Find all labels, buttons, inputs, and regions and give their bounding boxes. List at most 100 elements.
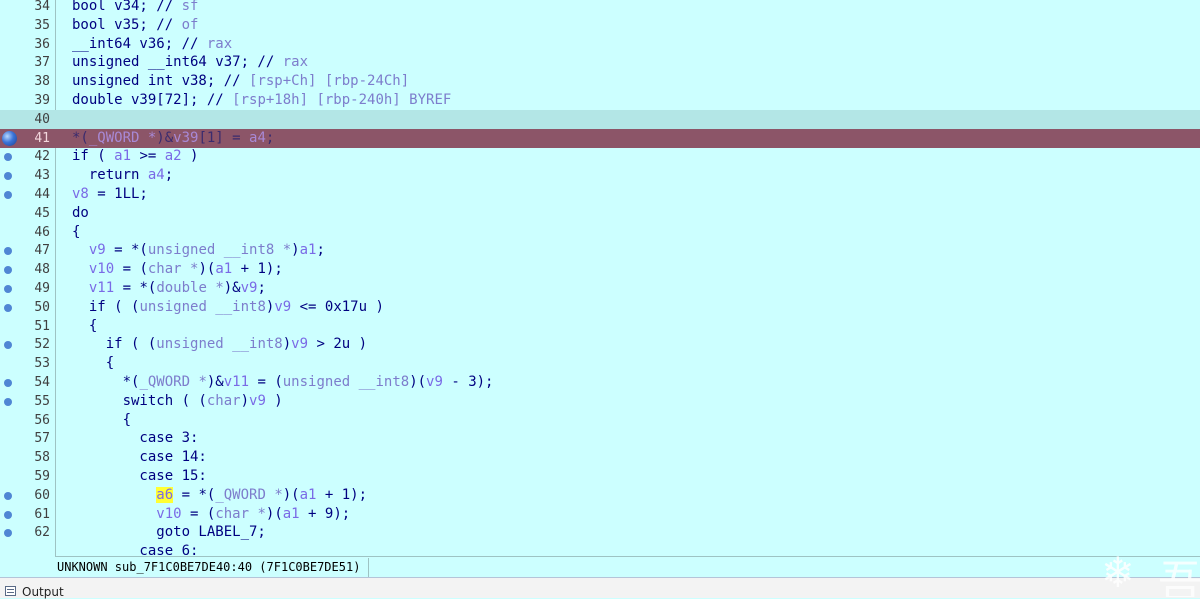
type-or-comment-token[interactable]: char * — [148, 261, 199, 277]
code-text[interactable]: switch ( (char)v9 ) — [72, 392, 283, 411]
code-token[interactable]: )& — [224, 280, 241, 296]
executable-line-dot-icon[interactable] — [4, 529, 12, 538]
type-or-comment-token[interactable]: unsigned __int8 — [139, 299, 265, 315]
code-token[interactable]: ; — [316, 242, 324, 258]
code-text[interactable]: v10 = (char *)(a1 + 9); — [72, 505, 350, 524]
code-token[interactable]: = ( — [182, 506, 215, 522]
code-text[interactable]: return a4; — [72, 166, 173, 185]
code-token[interactable]: goto LABEL_7; — [72, 524, 266, 540]
code-line[interactable]: 58 case 14: — [0, 448, 1200, 467]
code-token[interactable] — [72, 487, 156, 503]
code-line[interactable]: 48 v10 = (char *)(a1 + 1); — [0, 260, 1200, 279]
type-or-comment-token[interactable]: rax — [207, 36, 232, 52]
code-token[interactable]: { — [72, 318, 97, 334]
code-token[interactable]: + 1); — [316, 487, 367, 503]
code-token[interactable]: )( — [283, 487, 300, 503]
type-or-comment-token[interactable]: rax — [283, 54, 308, 70]
code-line[interactable]: 46 { — [0, 223, 1200, 242]
code-token[interactable]: bool v34; // — [72, 0, 182, 14]
type-or-comment-token[interactable]: double * — [156, 280, 223, 296]
executable-line-dot-icon[interactable] — [4, 153, 12, 162]
code-token[interactable]: = *( — [173, 487, 216, 503]
code-line[interactable]: 35 bool v35; // of — [0, 16, 1200, 35]
code-text[interactable]: do — [72, 204, 89, 223]
code-text[interactable]: *(_QWORD *)&v39[1] = a4; — [72, 129, 274, 148]
code-token[interactable]: + 1); — [232, 261, 283, 277]
code-text[interactable]: { — [72, 354, 114, 373]
code-token[interactable]: ) — [266, 393, 282, 409]
code-line[interactable]: 45 do — [0, 204, 1200, 223]
code-text[interactable]: a6 = *(_QWORD *)(a1 + 1); — [72, 486, 367, 505]
code-text[interactable]: v9 = *(unsigned __int8 *)a1; — [72, 241, 325, 260]
code-line[interactable]: 60 a6 = *(_QWORD *)(a1 + 1); — [0, 486, 1200, 505]
code-token[interactable]: case 3: — [72, 430, 198, 446]
code-token[interactable]: __int64 v36; // — [72, 36, 207, 52]
code-token[interactable]: case 14: — [72, 449, 206, 465]
code-line[interactable]: 49 v11 = *(double *)&v9; — [0, 279, 1200, 298]
code-token[interactable]: case 6: — [72, 543, 198, 556]
code-line[interactable]: case 6: — [0, 542, 1200, 556]
code-text[interactable]: __int64 v36; // rax — [72, 35, 232, 54]
executable-line-dot-icon[interactable] — [4, 379, 12, 387]
executable-line-dot-icon[interactable] — [4, 285, 12, 293]
variable-token[interactable]: a1 — [114, 148, 131, 164]
code-token[interactable] — [72, 261, 89, 277]
variable-token[interactable]: a2 — [165, 148, 182, 164]
code-text[interactable]: case 14: — [72, 448, 206, 467]
code-line[interactable]: 56 { — [0, 411, 1200, 430]
current-line[interactable]: 40 — [0, 109, 1200, 129]
type-or-comment-token[interactable]: char * — [215, 506, 266, 522]
executable-line-dot-icon[interactable] — [4, 510, 12, 519]
code-token[interactable]: ) — [182, 148, 198, 164]
executable-line-dot-icon[interactable] — [4, 191, 12, 199]
variable-token[interactable]: v9 — [274, 299, 291, 315]
highlighted-variable-token[interactable]: a6 — [156, 486, 174, 503]
code-token[interactable]: )( — [198, 261, 215, 277]
code-token[interactable]: bool v35; // — [72, 17, 182, 33]
code-text[interactable]: case 15: — [72, 467, 206, 486]
code-token[interactable]: = 1LL; — [89, 186, 148, 202]
code-token[interactable] — [72, 242, 89, 258]
code-text[interactable]: { — [72, 411, 131, 430]
code-token[interactable]: >= — [131, 148, 165, 164]
code-token[interactable]: ) — [241, 393, 249, 409]
code-token[interactable]: = *( — [114, 280, 157, 296]
code-token[interactable]: ) — [291, 242, 299, 258]
code-line[interactable]: 59 case 15: — [0, 467, 1200, 486]
code-line[interactable]: 39 double v39[72]; // [rsp+18h] [rbp-240h… — [0, 91, 1200, 110]
code-text[interactable]: *(_QWORD *)&v11 = (unsigned __int8)(v9 -… — [72, 373, 494, 392]
type-or-comment-token[interactable]: unsigned __int8 — [283, 374, 409, 390]
breakpoint-icon[interactable] — [2, 130, 17, 146]
code-text[interactable]: unsigned __int64 v37; // rax — [72, 53, 308, 72]
executable-line-dot-icon[interactable] — [4, 397, 12, 406]
code-text[interactable]: if ( (unsigned __int8)v9 <= 0x17u ) — [72, 298, 384, 317]
variable-token[interactable]: v9 — [241, 280, 258, 296]
type-or-comment-token[interactable]: [rsp+Ch] [rbp-24Ch] — [249, 73, 409, 89]
code-text[interactable]: v10 = (char *)(a1 + 1); — [72, 260, 283, 279]
code-token[interactable]: if ( — [72, 148, 114, 164]
code-token[interactable]: switch ( ( — [72, 393, 207, 409]
code-token[interactable]: = ( — [114, 261, 148, 277]
code-line[interactable]: 54 *(_QWORD *)&v11 = (unsigned __int8)(v… — [0, 373, 1200, 392]
variable-token[interactable]: a4 — [148, 167, 165, 183]
variable-token[interactable]: v9 — [426, 374, 443, 390]
code-text[interactable]: unsigned int v38; // [rsp+Ch] [rbp-24Ch] — [72, 72, 409, 91]
variable-token[interactable]: v8 — [72, 186, 89, 202]
code-token[interactable]: return — [72, 167, 148, 183]
code-token[interactable]: > 2u ) — [308, 336, 367, 352]
code-line[interactable]: 38 unsigned int v38; // [rsp+Ch] [rbp-24C… — [0, 72, 1200, 91]
code-token[interactable]: )( — [266, 506, 283, 522]
code-token[interactable]: if ( ( — [72, 336, 157, 352]
code-token[interactable]: = *( — [106, 242, 148, 258]
variable-token[interactable]: v9 — [291, 336, 308, 352]
executable-line-dot-icon[interactable] — [4, 247, 12, 256]
code-token[interactable]: { — [72, 412, 131, 428]
breakpoint-line[interactable]: 41 *(_QWORD *)&v39[1] = a4; — [0, 128, 1200, 148]
code-text[interactable]: if ( a1 >= a2 ) — [72, 147, 198, 166]
variable-token[interactable]: v9 — [89, 242, 106, 258]
code-token[interactable]: = ( — [249, 374, 282, 390]
code-token[interactable]: ; — [165, 167, 173, 183]
pseudocode-view[interactable]: 34 bool v34; // sf 35 bool v35; // of 36 __in… — [0, 0, 1200, 556]
code-text[interactable]: bool v34; // sf — [72, 0, 198, 16]
code-token[interactable]: double v39[72]; // — [72, 92, 232, 108]
